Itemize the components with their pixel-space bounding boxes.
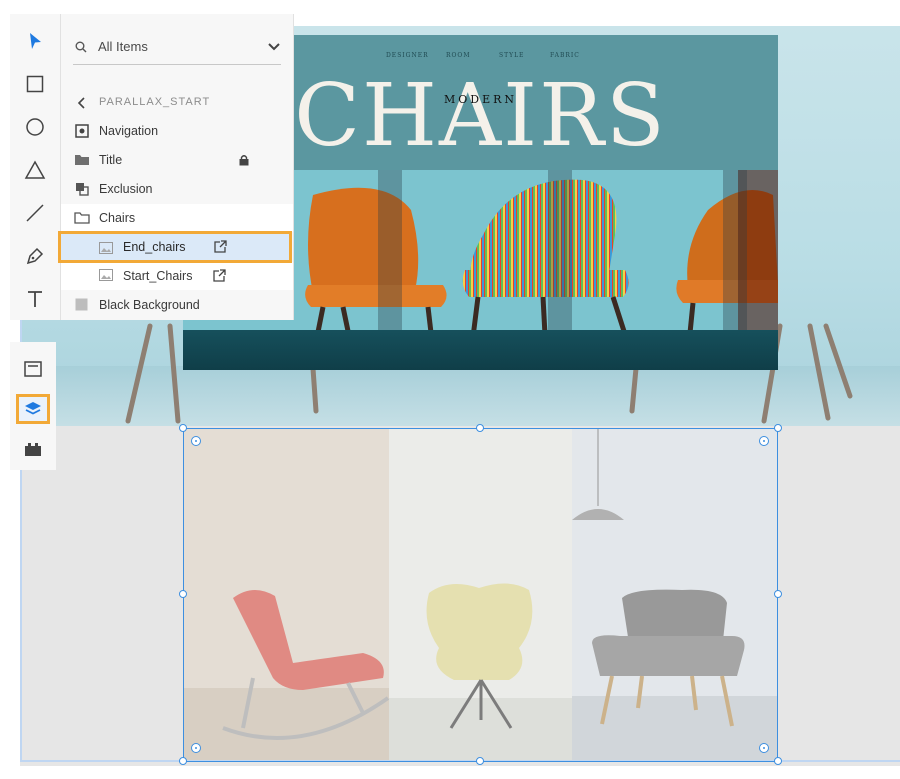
layer-label: End_chairs	[123, 240, 186, 254]
pen-icon	[26, 247, 44, 265]
image-icon	[99, 242, 113, 254]
layer-label: Start_Chairs	[123, 269, 193, 283]
layers-panel: All Items PARALLAX_START Navigation Titl…	[61, 14, 294, 320]
layer-item-navigation[interactable]: Navigation	[61, 117, 293, 145]
layer-item-black-background[interactable]: Black Background	[61, 291, 293, 319]
resize-handle-top-left[interactable]	[179, 424, 187, 432]
resize-handle-bottom-right[interactable]	[774, 757, 782, 765]
line-tool[interactable]	[20, 198, 50, 228]
layer-item-chairs[interactable]: Chairs	[61, 204, 293, 232]
breadcrumb[interactable]: PARALLAX_START	[61, 92, 293, 114]
resize-handle-top-right[interactable]	[774, 424, 782, 432]
ellipse-icon	[26, 118, 44, 136]
lock-icon[interactable]	[238, 154, 250, 166]
resize-handle-bottom[interactable]	[476, 757, 484, 765]
layers-filter[interactable]: All Items	[73, 28, 281, 65]
layer-item-title[interactable]: Title	[61, 146, 293, 174]
chevron-down-icon	[268, 43, 280, 51]
assets-panel-button[interactable]	[16, 354, 50, 384]
text-icon	[28, 291, 42, 307]
corner-radius-handle[interactable]	[759, 436, 769, 446]
layer-label: Chairs	[99, 211, 136, 225]
layer-label: Exclusion	[99, 182, 153, 196]
line-icon	[26, 204, 44, 222]
rectangle-tool[interactable]	[20, 69, 50, 99]
folder-filled-icon	[75, 155, 89, 165]
ellipse-tool[interactable]	[20, 112, 50, 142]
layer-item-exclusion[interactable]: Exclusion	[61, 175, 293, 203]
selection-frame	[183, 428, 778, 762]
chevron-left-icon	[77, 97, 85, 109]
corner-radius-handle[interactable]	[191, 743, 201, 753]
tools-toolbar	[10, 14, 61, 320]
boolean-group-icon	[76, 183, 89, 196]
external-link-icon[interactable]	[213, 269, 226, 282]
pen-tool[interactable]	[20, 241, 50, 271]
plugins-panel-button[interactable]	[16, 434, 50, 464]
breadcrumb-label: PARALLAX_START	[99, 96, 211, 108]
layer-label: Black Background	[99, 298, 200, 312]
select-tool[interactable]	[20, 26, 50, 56]
external-link-icon[interactable]	[214, 240, 227, 253]
pointer-icon	[30, 33, 41, 49]
text-tool[interactable]	[20, 284, 50, 314]
layer-item-end-chairs[interactable]: End_chairs	[58, 231, 292, 263]
panels-toolbar	[10, 342, 56, 470]
corner-radius-handle[interactable]	[759, 743, 769, 753]
triangle-icon	[24, 160, 46, 179]
layers-panel-button[interactable]	[16, 394, 50, 424]
corner-radius-handle[interactable]	[191, 436, 201, 446]
search-icon	[75, 41, 87, 53]
layer-label: Title	[99, 153, 123, 167]
layers-filter-value: All Items	[98, 39, 148, 54]
resize-handle-left[interactable]	[179, 590, 187, 598]
rectangle-icon	[26, 75, 44, 93]
symbol-icon	[75, 124, 89, 138]
resize-handle-right[interactable]	[774, 590, 782, 598]
assets-icon	[24, 361, 42, 377]
layer-item-start-chairs[interactable]: Start_Chairs	[61, 262, 293, 290]
resize-handle-top[interactable]	[476, 424, 484, 432]
plugins-icon	[25, 443, 41, 456]
folder-outline-icon	[74, 212, 90, 224]
polygon-tool[interactable]	[20, 155, 50, 185]
resize-handle-bottom-left[interactable]	[179, 757, 187, 765]
image-icon	[99, 269, 113, 281]
layers-icon	[25, 402, 41, 415]
rectangle-fill-icon	[75, 298, 88, 311]
layer-label: Navigation	[99, 124, 159, 138]
